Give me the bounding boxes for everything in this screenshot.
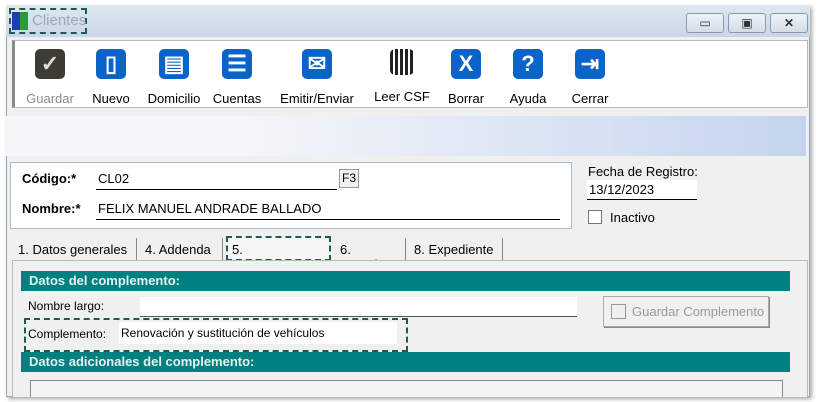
guardar-button[interactable]: ✓ Guardar bbox=[15, 49, 85, 106]
clientes-app-icon bbox=[12, 12, 28, 30]
tab-usuario[interactable]: 6. Usuario bbox=[334, 238, 406, 272]
complemento-field[interactable]: Renovación y sustitución de vehículos bbox=[119, 322, 397, 344]
exit-door-icon: ⇥ bbox=[575, 49, 605, 79]
qr-code-icon bbox=[390, 49, 414, 75]
section-header-datos-complemento: Datos del complemento: bbox=[21, 271, 790, 291]
toolbar: ✓ Guardar ▯ Nuevo ▤ Domicilio ☰ Cuentas ✉ Emi… bbox=[12, 40, 808, 108]
tab-complemento[interactable]: 5. Complemento bbox=[226, 236, 331, 272]
help-icon: ? bbox=[513, 49, 543, 79]
cerrar-button[interactable]: ⇥ Cerrar bbox=[555, 49, 625, 106]
emitir-enviar-button[interactable]: ✉ Emitir/Enviar bbox=[275, 49, 359, 106]
floppy-disk-icon bbox=[611, 304, 626, 319]
inactivo-label: Inactivo bbox=[610, 210, 655, 225]
header-band bbox=[6, 116, 806, 156]
nuevo-button[interactable]: ▯ Nuevo bbox=[76, 49, 146, 106]
tab-addenda[interactable]: 4. Addenda bbox=[139, 238, 223, 260]
new-document-icon: ▯ bbox=[96, 49, 126, 79]
window-title: Clientes bbox=[32, 12, 87, 29]
guardar-complemento-button[interactable]: Guardar Complemento bbox=[603, 296, 769, 327]
close-button[interactable]: ✕ bbox=[770, 13, 808, 33]
fecha-registro-field[interactable]: 13/12/2023 bbox=[587, 180, 697, 200]
domicilio-button[interactable]: ▤ Domicilio bbox=[139, 49, 209, 106]
minimize-button[interactable]: ▭ bbox=[686, 13, 724, 33]
borrar-button[interactable]: X Borrar bbox=[431, 49, 501, 106]
list-icon: ☰ bbox=[222, 49, 252, 79]
maximize-button[interactable]: ▣ bbox=[728, 13, 766, 33]
nombre-field[interactable]: FELIX MANUEL ANDRADE BALLADO bbox=[96, 201, 560, 220]
tab-datos-generales[interactable]: 1. Datos generales bbox=[12, 238, 137, 260]
nombre-largo-label: Nombre largo: bbox=[28, 299, 105, 313]
cuentas-button[interactable]: ☰ Cuentas bbox=[202, 49, 272, 106]
delete-x-icon: X bbox=[451, 49, 481, 79]
nombre-label: Nombre:* bbox=[22, 201, 81, 216]
codigo-label: Código:* bbox=[22, 171, 77, 186]
check-icon: ✓ bbox=[35, 49, 65, 79]
section-header-datos-adicionales: Datos adicionales del complemento: bbox=[21, 352, 790, 372]
f3-button[interactable]: F3 bbox=[339, 169, 359, 188]
nombre-largo-field[interactable] bbox=[140, 297, 577, 317]
address-book-icon: ▤ bbox=[159, 49, 189, 79]
codigo-field[interactable]: CL02 bbox=[96, 171, 337, 190]
leer-csf-button[interactable]: Leer CSF bbox=[367, 49, 437, 104]
complemento-label: Complemento: bbox=[28, 327, 107, 341]
inactivo-checkbox[interactable] bbox=[588, 210, 602, 224]
send-mail-icon: ✉ bbox=[302, 49, 332, 79]
fecha-registro-label: Fecha de Registro: bbox=[588, 164, 698, 179]
ayuda-button[interactable]: ? Ayuda bbox=[493, 49, 563, 106]
datos-adicionales-grid[interactable] bbox=[30, 380, 783, 397]
tab-expediente[interactable]: 8. Expediente bbox=[408, 238, 503, 260]
